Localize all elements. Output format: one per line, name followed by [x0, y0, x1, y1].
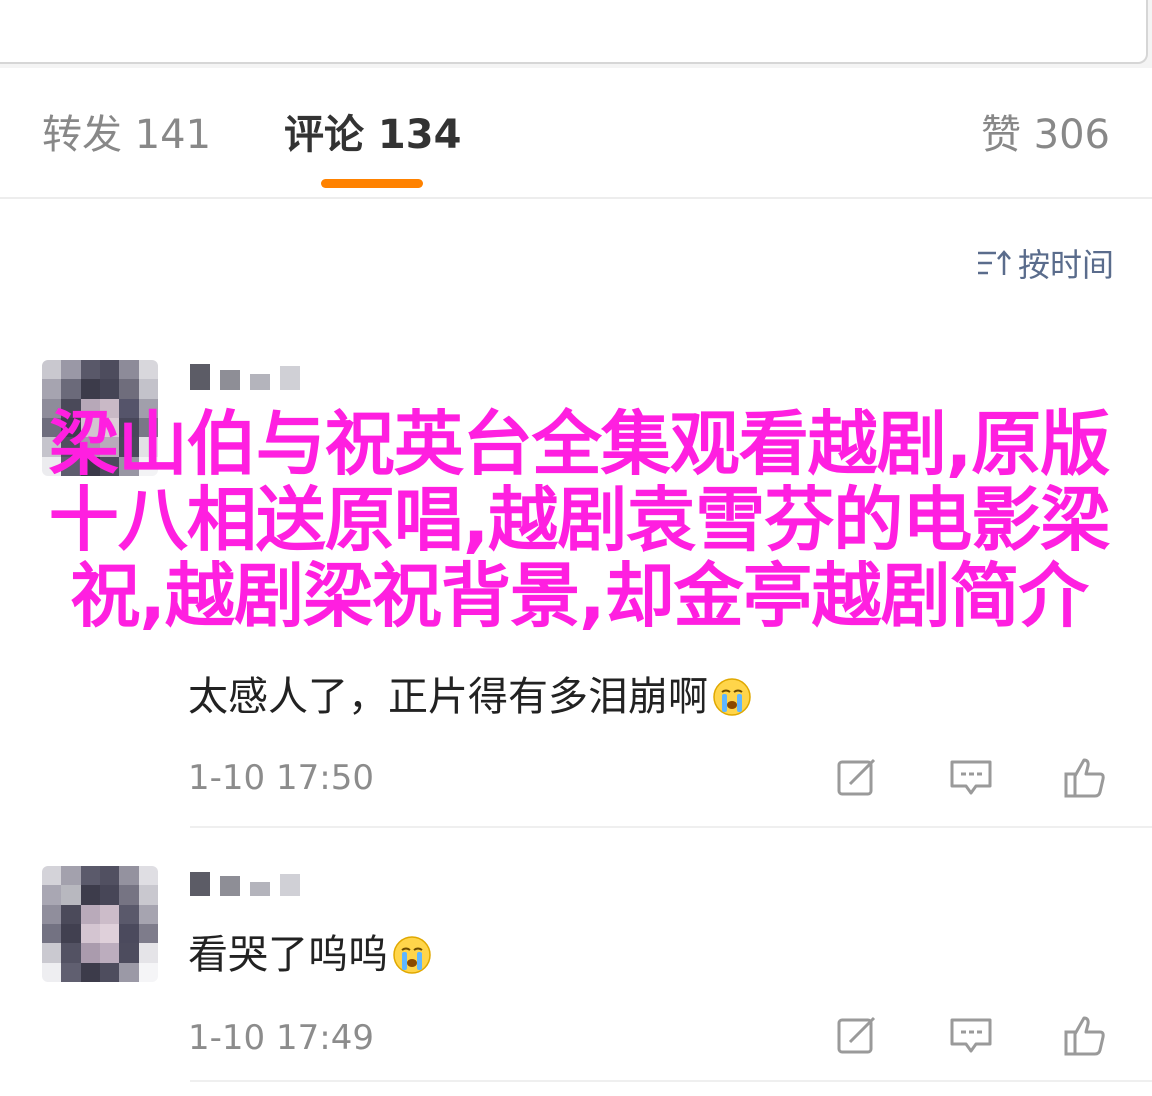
comment-actions [834, 1012, 1108, 1058]
comment-separator [190, 1080, 1152, 1082]
tab-bar: 转发 141 评论 134 赞 306 [0, 68, 1152, 198]
reply-icon[interactable] [948, 1012, 994, 1058]
tab-like[interactable]: 赞 306 [981, 110, 1110, 160]
username-redacted[interactable] [190, 364, 300, 390]
comment-actions [834, 754, 1108, 800]
sort-label: 按时间 [1017, 246, 1114, 284]
edit-icon[interactable] [834, 1012, 880, 1058]
edit-icon[interactable] [834, 754, 880, 800]
tab-repost[interactable]: 转发 141 [42, 110, 211, 160]
reply-icon[interactable] [948, 754, 994, 800]
comment-text-row: 太感人了，正片得有多泪崩啊 [188, 672, 752, 722]
like-icon[interactable] [1062, 1012, 1108, 1058]
crying-face-emoji-icon [713, 678, 751, 716]
comment-time: 1-10 17:50 [188, 758, 374, 798]
avatar[interactable] [42, 866, 158, 982]
previous-card-strip [0, 0, 1152, 68]
comment-text-row: 看哭了呜呜 [188, 930, 432, 980]
comments-page: 转发 141 评论 134 赞 306 按时间 太感人了，正片得有多泪崩啊 1-… [0, 0, 1152, 1096]
sort-by-time-button[interactable]: 按时间 [976, 243, 1114, 284]
comment-text: 看哭了呜呜 [188, 932, 388, 978]
comment-time: 1-10 17:49 [188, 1018, 374, 1058]
like-icon[interactable] [1062, 754, 1108, 800]
username-redacted[interactable] [190, 870, 300, 896]
comment-separator [190, 826, 1152, 828]
active-tab-indicator [321, 179, 423, 188]
sort-icon [977, 250, 1011, 275]
comment-text: 太感人了，正片得有多泪崩啊 [188, 674, 708, 720]
previous-card [0, 0, 1148, 64]
tab-divider [0, 197, 1152, 199]
overlay-title-text: 梁山伯与祝英台全集观看越剧,原版十八相送原唱,越剧袁雪芬的电影梁祝,越剧梁祝背景… [48, 403, 1111, 637]
crying-face-emoji-icon [393, 936, 431, 974]
